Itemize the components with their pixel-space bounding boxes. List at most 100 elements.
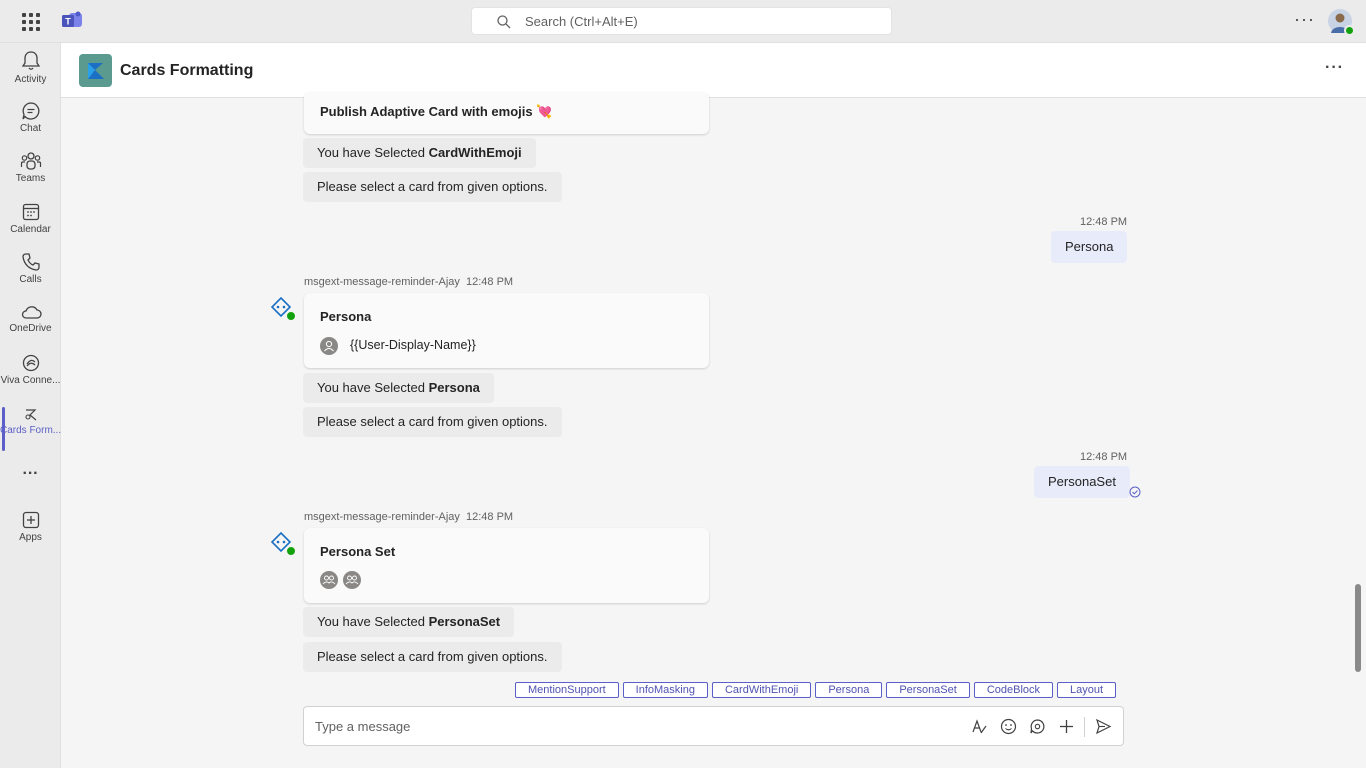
suggested-actions: MentionSupport InfoMasking CardWithEmoji… [515,682,1117,698]
add-apps-icon [22,511,39,529]
card-title: Persona Set [320,544,396,559]
message-sender-line: msgext-message-reminder-Ajay 12:48 PM [304,276,513,288]
message-prefix: You have Selected [317,145,429,160]
rail-item-label: Calls [19,274,42,285]
rail-item-label: Apps [19,532,42,543]
persona-set-avatar [343,571,361,589]
teams-logo-icon: T [62,11,82,27]
rail-item-onedrive[interactable]: OneDrive [0,303,61,353]
teams-icon [20,152,41,170]
suggestion-info-masking[interactable]: InfoMasking [622,682,708,698]
message-text: PersonaSet [1048,474,1116,489]
bot-message: You have Selected Persona [303,373,494,403]
message-seen-icon [1129,486,1141,498]
rail-item-label: Activity [14,74,47,85]
calendar-icon [22,203,39,221]
message-timestamp: 12:48 PM [1080,216,1128,228]
scrollbar-thumb[interactable] [1355,584,1361,672]
message-text: Please select a card from given options. [317,414,548,429]
rail-item-calls[interactable]: Calls [0,252,61,302]
send-icon[interactable] [1095,718,1112,735]
message-selection: CardWithEmoji [428,145,522,160]
rail-item-activity[interactable]: Activity [0,50,61,100]
adaptive-card: Publish Adaptive Card with emojis 💘 [304,92,709,134]
bot-message: You have Selected CardWithEmoji [303,138,536,168]
rail-item-viva-connections[interactable]: Viva Conne... [0,353,61,403]
bot-message: You have Selected PersonaSet [303,607,515,637]
rail-item-label: OneDrive [9,323,52,334]
attach-plus-icon[interactable] [1058,718,1075,735]
rail-item-label: Cards Form... [0,425,62,436]
message-timestamp: 12:48 PM [1080,451,1128,463]
more-apps-icon: ··· [22,465,39,482]
settings-more-icon[interactable]: ··· [1294,9,1315,30]
chat-header: Cards Formatting ··· [61,43,1366,98]
rail-item-calendar[interactable]: Calendar [0,202,61,252]
message-timestamp: 12:48 PM [466,276,514,288]
search-box[interactable]: Search (Ctrl+Alt+E) [471,7,892,35]
search-input[interactable]: Search (Ctrl+Alt+E) [525,14,638,29]
message-text: Please select a card from given options. [317,179,548,194]
message-selection: Persona [428,380,480,395]
persona-display-name: {{User-Display-Name}} [350,338,476,352]
loop-icon[interactable] [1029,718,1046,735]
rail-item-apps[interactable]: Apps [0,510,61,560]
compose-box[interactable]: Type a message [303,706,1124,746]
message-list: Publish Adaptive Card with emojis 💘 You … [61,92,1366,768]
bot-message: Please select a card from given options. [303,642,562,672]
search-icon [497,15,511,29]
message-prefix: You have Selected [317,380,429,395]
rail-item-chat[interactable]: Chat [0,101,61,151]
message-selection: PersonaSet [428,614,501,629]
message-input[interactable]: Type a message [315,719,410,734]
format-icon[interactable] [971,718,988,735]
suggestion-persona[interactable]: Persona [815,682,883,698]
compose-divider [1084,717,1085,737]
cards-formatting-app-icon [24,409,36,421]
bot-message: Please select a card from given options. [303,407,562,437]
rail-item-label: Calendar [10,224,51,235]
people-icon [322,575,336,585]
adaptive-card-persona-set: Persona Set [304,528,709,603]
emoji-icon[interactable] [1000,718,1017,735]
message-timestamp: 12:48 PM [466,511,514,523]
message-sender-line: msgext-message-reminder-Ajay 12:48 PM [304,511,513,523]
message-text: Persona [1065,239,1114,254]
rail-item-teams[interactable]: Teams [0,151,61,201]
card-title: Persona [320,309,372,324]
persona-set-avatar [320,571,338,589]
suggestion-code-block[interactable]: CodeBlock [973,682,1054,698]
rail-item-label: Teams [15,173,46,184]
suggestion-layout[interactable]: Layout [1057,682,1117,698]
message-prefix: You have Selected [317,614,429,629]
rail-item-more-apps[interactable]: ··· [0,465,61,487]
user-message[interactable]: Persona [1051,231,1128,263]
phone-icon [21,253,40,271]
message-text: Please select a card from given options. [317,649,548,664]
bot-message: Please select a card from given options. [303,172,562,202]
page-title: Cards Formatting [120,62,254,79]
chat-icon [21,102,39,120]
app-bar: Activity Chat Teams Calendar Calls OneDr… [0,43,61,768]
cards-formatting-logo-icon [88,63,104,79]
bell-icon [21,51,40,70]
user-message[interactable]: PersonaSet [1034,466,1130,498]
app-logo [79,54,112,87]
active-indicator [2,407,5,451]
header-more-icon[interactable]: ··· [1325,59,1344,77]
sender-name: msgext-message-reminder-Ajay [304,276,460,288]
suggestion-persona-set[interactable]: PersonaSet [886,682,970,698]
suggestion-card-with-emoji[interactable]: CardWithEmoji [711,682,812,698]
card-title: Publish Adaptive Card with emojis 💘 [320,104,553,119]
people-icon [345,575,359,585]
rail-item-cards-formatting[interactable]: Cards Form... [0,407,61,457]
sender-name: msgext-message-reminder-Ajay [304,511,460,523]
cloud-icon [21,306,42,319]
presence-available-icon [1344,25,1355,36]
bot-presence-icon [286,311,296,321]
app-launcher-icon[interactable] [22,13,40,31]
person-icon [324,340,334,352]
suggestion-mention-support[interactable]: MentionSupport [515,682,619,698]
profile-avatar[interactable] [1328,9,1355,36]
rail-item-label: Chat [19,123,42,134]
